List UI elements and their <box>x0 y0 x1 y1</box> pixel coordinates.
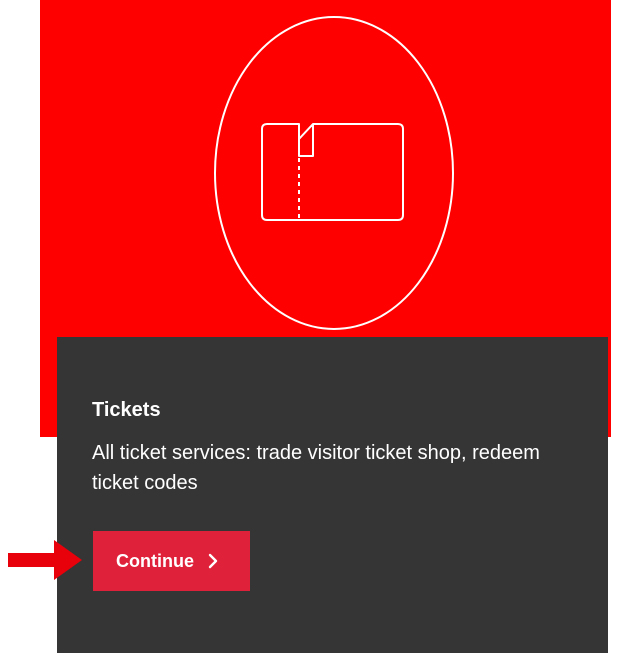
continue-button[interactable]: Continue <box>93 531 250 591</box>
continue-button-label: Continue <box>116 550 194 571</box>
red-arrow-icon <box>8 540 82 580</box>
card-title: Tickets <box>92 399 161 421</box>
chevron-right-icon <box>208 553 218 569</box>
card-description: All ticket services: trade visitor ticke… <box>92 442 540 494</box>
tickets-card: Tickets All ticket services: trade visit… <box>57 337 608 653</box>
page: Tickets All ticket services: trade visit… <box>0 0 621 653</box>
ticket-icon <box>214 16 454 330</box>
